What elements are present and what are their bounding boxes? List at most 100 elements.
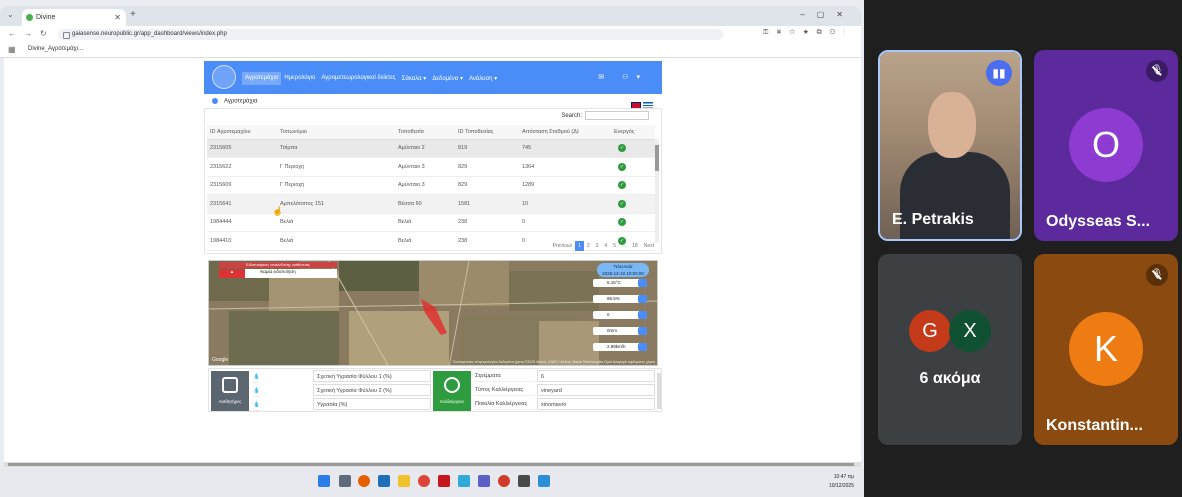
plant-icon (444, 377, 460, 393)
search-input[interactable] (585, 111, 649, 120)
sensor-row[interactable]: Υγρασία (%) (313, 398, 431, 410)
pager-page[interactable]: 1 (575, 241, 584, 251)
reload-icon[interactable]: ↻ (40, 29, 47, 38)
sensor-row[interactable]: Σχετική Υγρασία Φύλλου 1 (%) (313, 370, 431, 382)
cell: Βέσσα 60 (395, 194, 455, 214)
app-icon[interactable] (458, 475, 470, 487)
browser-tab[interactable]: Divine ✕ (22, 9, 126, 26)
close-tab-icon[interactable]: ✕ (114, 13, 121, 22)
pager-previous[interactable]: Previous (550, 241, 575, 251)
pager-page[interactable]: 3 (593, 241, 602, 251)
cell: ✓ (611, 194, 655, 214)
cell: Αμπελότοπος 151 (277, 194, 395, 214)
avatar: O (1069, 108, 1143, 182)
acrobat-icon[interactable] (438, 475, 450, 487)
chip-icon (222, 377, 238, 393)
menu-item-sakala[interactable]: Σάκαλα ▾ (399, 72, 430, 85)
weather-value: 0 (607, 312, 610, 317)
new-tab-icon[interactable]: + (130, 9, 136, 20)
back-icon[interactable]: ← (8, 29, 16, 38)
cell: 238 (455, 231, 519, 251)
app-icon[interactable] (538, 475, 550, 487)
cell: 10 (519, 194, 611, 214)
menu-item-agrometeo[interactable]: Αγρομετεωρολογικοί δείκτες (318, 72, 398, 85)
speaking-indicator-icon: ▮▮ (986, 60, 1012, 86)
table-row[interactable]: 2315605 Τσίμπα Αμύνταιο 2 819 745 ✓ (207, 139, 655, 158)
warning-icon: ▲ (219, 269, 245, 278)
crop-tile[interactable]: Καλλιέργεια (433, 371, 471, 411)
col-station-distance[interactable]: Απόσταση Σταθμού (Δ) (519, 125, 611, 140)
cell: Γ Περιοχή (277, 157, 395, 177)
forward-icon[interactable]: → (24, 29, 32, 38)
pager-next[interactable]: Next (641, 241, 657, 251)
menu-item-data[interactable]: Δεδομένα ▾ (429, 72, 466, 85)
file-explorer-icon[interactable] (398, 475, 410, 487)
crop-field-value: xinomavro (537, 398, 655, 410)
windows-start-icon[interactable] (318, 475, 330, 487)
col-active[interactable]: Ενεργός (611, 125, 655, 140)
outlook-icon[interactable] (378, 475, 390, 487)
table-scrollbar[interactable] (655, 139, 659, 243)
menu-item-calendar[interactable]: Ημερολόγιο (281, 72, 318, 85)
participant-tile-odysseas[interactable]: 🎙 O Odysseas S... (1034, 50, 1178, 241)
crop-field-label: Ποικιλία Καλλιέργειας (475, 398, 535, 410)
participant-tile-konstantin[interactable]: 🎙 K Konstantin... (1034, 254, 1178, 445)
navbar-icons[interactable]: ✉ ⚇▾ (598, 73, 648, 81)
col-parcel-id[interactable]: ID Αγροτεμαχίου (207, 125, 277, 140)
app-icon[interactable] (498, 475, 510, 487)
sensor-row[interactable]: Σχετική Υγρασία Φύλλου 2 (%) (313, 384, 431, 396)
cell: 1289 (519, 176, 611, 195)
check-icon: ✓ (618, 181, 626, 190)
breadcrumb: Αγροτεμάχια (212, 98, 257, 105)
pager-page[interactable]: 5 (610, 241, 619, 251)
table-row[interactable]: 2315609 Γ Περιοχή Αμύνταιο 3 829 1289 ✓ (207, 176, 655, 195)
tab-search-icon[interactable]: ⌄ (7, 10, 14, 19)
toolbar-icons[interactable]: ⚿⌘☆★⧉⚇⋮ (763, 29, 853, 37)
system-clock[interactable]: 10:47 πμ 10/12/2025 (829, 473, 854, 491)
col-location-id[interactable]: ID Τοποθεσίας (455, 125, 519, 140)
search-label: Search: (561, 113, 582, 120)
menu-item-analysis[interactable]: Ανάλυση ▾ (466, 72, 500, 85)
apps-icon[interactable]: ▦ (8, 45, 16, 54)
pager-page[interactable]: 18 (629, 241, 641, 251)
more-participants-label: 6 ακόμα (919, 370, 981, 387)
widgets-icon[interactable] (339, 475, 351, 487)
pager-page[interactable]: 4 (601, 241, 610, 251)
tab-title: Divine (36, 14, 56, 21)
google-logo: Google (212, 357, 229, 363)
participant-tile-petrakis[interactable]: ▮▮ E. Petrakis (878, 50, 1022, 241)
col-toponym[interactable]: Τοπωνύμιο (277, 125, 395, 140)
avatar: G (909, 310, 951, 352)
alert-title: Ειδοποιήσεις επικίνδυνης ασθένειας (219, 262, 337, 268)
window-controls[interactable]: –▢✕ (800, 10, 855, 19)
leaf-icon (638, 311, 647, 319)
wind-icon (638, 343, 647, 351)
participant-name: Konstantin... (1046, 417, 1143, 434)
pager-page[interactable]: 2 (584, 241, 593, 251)
col-location[interactable]: Τοποθεσία (395, 125, 455, 140)
weather-value: 2.99km/h (607, 344, 626, 349)
teams-icon[interactable] (478, 475, 490, 487)
cell: 745 (519, 139, 611, 158)
page-horizontal-scrollbar[interactable] (4, 462, 861, 467)
details-scrollbar[interactable] (657, 373, 661, 409)
cell: Βελιά (277, 231, 395, 251)
check-icon: ✓ (618, 199, 626, 208)
chrome-icon[interactable] (418, 475, 430, 487)
firefox-icon[interactable] (358, 475, 370, 487)
droplet-icon (638, 295, 647, 303)
more-participants-tile[interactable]: G X 6 ακόμα (878, 254, 1022, 445)
table-row[interactable]: 2315622 Γ Περιοχή Αμύνταιο 3 829 1364 ✓ (207, 157, 655, 177)
menu-item-parcel[interactable]: Αγροτεμάχιο (242, 72, 282, 85)
cell: Αμύνταιο 3 (395, 176, 455, 195)
table-search: Search: (561, 111, 649, 120)
bookmark-item[interactable]: Divine_Αγροτεμάχι... (28, 46, 83, 52)
participant-name: Odysseas S... (1046, 213, 1151, 230)
url-field[interactable]: gaiasense.neuropublic.gr/app_dashboard/v… (58, 29, 723, 40)
gaiasense-logo-icon[interactable] (212, 65, 236, 89)
sensors-tile[interactable]: Αισθητήρες (211, 371, 249, 411)
app-icon[interactable] (518, 475, 530, 487)
crop-field-label: Τύπος Καλλιέργειας (475, 384, 535, 396)
cell: Τσίμπα (277, 139, 395, 158)
satellite-map[interactable]: Ειδοποιήσεις επικίνδυνης ασθένειας ▲ Καμί… (208, 260, 658, 366)
